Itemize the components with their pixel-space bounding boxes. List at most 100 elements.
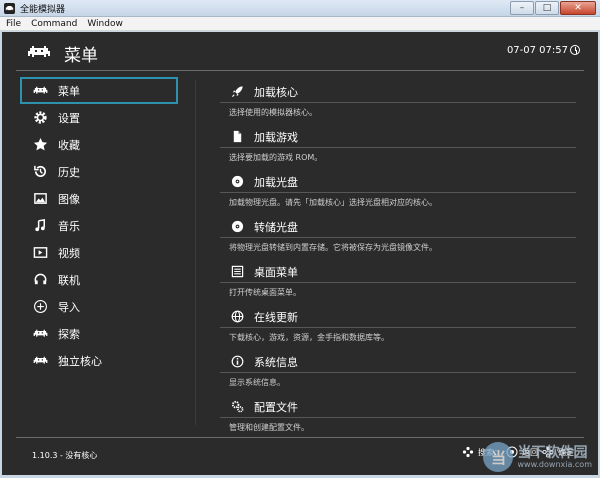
sidebar-divider <box>195 80 196 425</box>
globe-icon <box>230 309 244 323</box>
info-icon <box>230 354 244 368</box>
list-item-description: 选择使用的模拟器核心。 <box>229 108 317 117</box>
sidebar-item-video[interactable]: 视频 <box>20 239 178 266</box>
list-item-description: 加载物理光盘。请先「加载核心」选择光盘相对应的核心。 <box>229 198 437 207</box>
list-item-divider <box>220 327 576 328</box>
version-label: 1.10.3 - 没有核心 <box>32 451 98 460</box>
list-item-desktop-menu[interactable]: 桌面菜单 打开传统桌面菜单。 <box>220 258 576 303</box>
app-icon <box>4 2 15 14</box>
list-item-load-core[interactable]: 加载核心 选择使用的模拟器核心。 <box>220 78 576 123</box>
list-item-load-disc[interactable]: 加载光盘 加载物理光盘。请先「加载核心」选择光盘相对应的核心。 <box>220 168 576 213</box>
invader-icon <box>32 83 48 99</box>
plus-circle-icon <box>32 299 48 315</box>
invader-icon <box>27 44 51 60</box>
sidebar-item-main-menu[interactable]: 菜单 <box>20 77 178 104</box>
list-item-configuration-file[interactable]: 配置文件 管理和创建配置文件。 <box>220 393 576 438</box>
sidebar-item-history[interactable]: 历史 <box>20 158 178 185</box>
watermark-text: 当下软件园 <box>517 444 588 461</box>
list-item-title: 加载核心 <box>254 86 298 99</box>
sidebar-item-music[interactable]: 音乐 <box>20 212 178 239</box>
sidebar: 菜单 设置 收藏 历史 图像 音乐 视频 联机 导入 探索 独立核心 <box>20 77 178 374</box>
list-item-title: 转储光盘 <box>254 221 298 234</box>
page-title: 菜单 <box>64 46 98 66</box>
headset-icon <box>32 272 48 288</box>
footer-divider <box>16 437 584 438</box>
disc-icon <box>230 174 244 188</box>
sidebar-item-label: 菜单 <box>58 84 80 98</box>
file-icon <box>230 129 244 143</box>
sidebar-item-label: 设置 <box>58 111 80 125</box>
video-icon <box>32 245 48 261</box>
rocket-icon <box>230 84 244 98</box>
invader-icon <box>32 353 48 369</box>
dpad-icon <box>462 446 474 458</box>
music-icon <box>32 218 48 234</box>
list-item-description: 将物理光盘转储到内置存储。它将被保存为光盘镜像文件。 <box>229 243 437 252</box>
gears-icon <box>230 399 244 413</box>
list-item-information[interactable]: 系统信息 显示系统信息。 <box>220 348 576 393</box>
sidebar-item-label: 图像 <box>58 192 80 206</box>
list-item-description: 打开传统桌面菜单。 <box>229 288 301 297</box>
list-item-divider <box>220 192 576 193</box>
menubar: File Command Window <box>0 17 600 31</box>
retroarch-app: 菜单 07-07 07:57 菜单 设置 收藏 历史 图像 音乐 视频 联机 导… <box>2 32 598 475</box>
sidebar-item-standalone-cores[interactable]: 独立核心 <box>20 347 178 374</box>
menu-list-icon <box>230 264 244 278</box>
list-item-description: 选择要加载的游戏 ROM。 <box>229 153 323 162</box>
history-icon <box>32 164 48 180</box>
list-item-title: 加载游戏 <box>254 131 298 144</box>
minimize-button[interactable]: – <box>510 1 534 15</box>
list-item-title: 配置文件 <box>254 401 298 414</box>
list-item-dump-disc[interactable]: 转储光盘 将物理光盘转储到内置存储。它将被保存为光盘镜像文件。 <box>220 213 576 258</box>
sidebar-item-label: 导入 <box>58 300 80 314</box>
header-divider <box>16 70 584 71</box>
sidebar-item-label: 视频 <box>58 246 80 260</box>
list-item-divider <box>220 372 576 373</box>
clock: 07-07 07:57 <box>506 45 568 56</box>
sidebar-item-label: 历史 <box>58 165 80 179</box>
list-item-description: 管理和创建配置文件。 <box>229 423 309 432</box>
disc-icon <box>230 219 244 233</box>
image-icon <box>32 191 48 207</box>
star-icon <box>32 137 48 153</box>
sidebar-item-favorites[interactable]: 收藏 <box>20 131 178 158</box>
window-title: 全能模拟器 <box>20 4 66 15</box>
close-button[interactable]: ✕ <box>560 1 596 15</box>
list-item-divider <box>220 147 576 148</box>
list-item-divider <box>220 282 576 283</box>
sidebar-item-label: 联机 <box>58 273 80 287</box>
header: 菜单 07-07 07:57 <box>2 32 598 70</box>
list-item-title: 桌面菜单 <box>254 266 298 279</box>
invader-icon <box>32 326 48 342</box>
list-item-load-content[interactable]: 加载游戏 选择要加载的游戏 ROM。 <box>220 123 576 168</box>
sidebar-item-netplay[interactable]: 联机 <box>20 266 178 293</box>
sidebar-item-import[interactable]: 导入 <box>20 293 178 320</box>
list-item-title: 在线更新 <box>254 311 298 324</box>
sidebar-item-explore[interactable]: 探索 <box>20 320 178 347</box>
maximize-button[interactable]: □ <box>535 1 559 15</box>
gear-icon <box>32 110 48 126</box>
watermark: 当 当下软件园 www.downxia.com <box>483 442 592 472</box>
list-item-title: 加载光盘 <box>254 176 298 189</box>
menu-command[interactable]: Command <box>31 19 77 29</box>
sidebar-item-settings[interactable]: 设置 <box>20 104 178 131</box>
window-titlebar: 全能模拟器 – □ ✕ <box>0 0 600 17</box>
sidebar-item-label: 收藏 <box>58 138 80 152</box>
sidebar-item-label: 探索 <box>58 327 80 341</box>
sidebar-item-images[interactable]: 图像 <box>20 185 178 212</box>
menu-window[interactable]: Window <box>87 19 123 29</box>
list-item-divider <box>220 102 576 103</box>
list-item-description: 下载核心，游戏，资源，金手指和数据库等。 <box>229 333 389 342</box>
menu-file[interactable]: File <box>6 19 21 29</box>
list-item-description: 显示系统信息。 <box>229 378 285 387</box>
watermark-logo: 当 <box>483 442 514 472</box>
sidebar-item-label: 音乐 <box>58 219 80 233</box>
list-item-online-updater[interactable]: 在线更新 下载核心，游戏，资源，金手指和数据库等。 <box>220 303 576 348</box>
list-item-title: 系统信息 <box>254 356 298 369</box>
watermark-url: www.downxia.com <box>517 459 592 469</box>
sidebar-item-label: 独立核心 <box>58 354 102 368</box>
list-item-divider <box>220 237 576 238</box>
main-menu-list: 加载核心 选择使用的模拟器核心。 加载游戏 选择要加载的游戏 ROM。 加载光盘… <box>220 78 576 438</box>
list-item-divider <box>220 417 576 418</box>
clock-icon <box>570 45 580 55</box>
